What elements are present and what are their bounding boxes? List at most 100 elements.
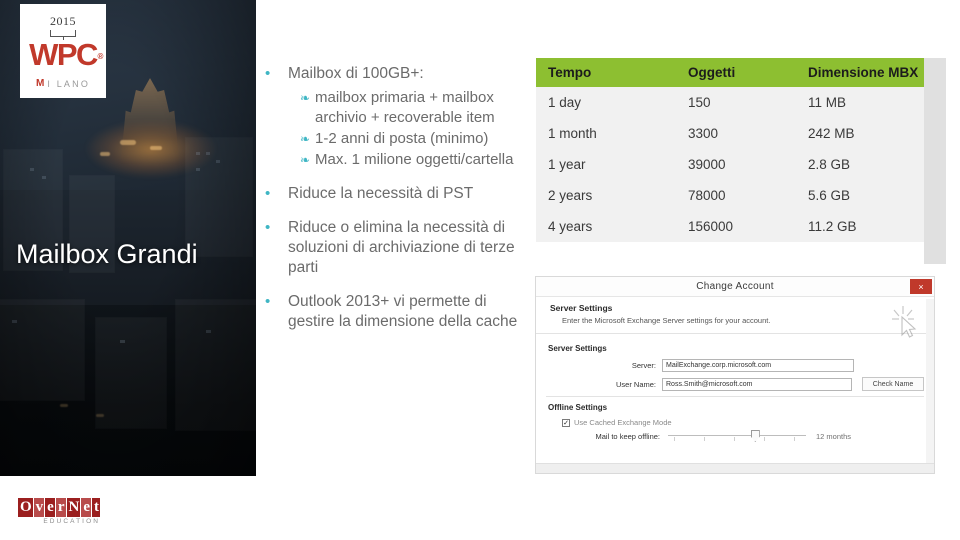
slider-tick (794, 437, 795, 441)
server-field-label: Server: (631, 361, 656, 370)
bullet-marker-icon: • (265, 65, 271, 82)
outlook-change-account-dialog-screenshot: Change Account × Server Settings Enter t… (536, 277, 934, 473)
bullet-marker-icon: • (265, 185, 271, 202)
overnet-logo-subtitle: EDUCATION (43, 518, 101, 525)
bullet-item: • Outlook 2013+ vi permette di gestire l… (262, 292, 520, 332)
table-scrollbar[interactable] (924, 58, 946, 264)
sub-bullet-list: ❧ mailbox primaria + mailbox archivio + … (300, 88, 520, 170)
dialog-right-scrollbar[interactable] (926, 299, 934, 463)
table-header-row: Tempo Oggetti Dimensione MBX (536, 58, 924, 87)
overnet-letter: N (66, 498, 81, 517)
table-cell-tempo: 1 day (536, 87, 676, 118)
slide-canvas: 2015 WPC ® M I LANO Mailbox Grandi O v e … (0, 0, 960, 540)
dialog-header-title: Server Settings (550, 303, 613, 313)
page-title: Mailbox Grandi (16, 239, 198, 269)
sub-bullet-text: Max. 1 milione oggetti/cartella (315, 151, 514, 168)
mail-to-keep-offline-row: Mail to keep offline: 12 months (576, 430, 924, 442)
server-field-row: Server: MailExchange.corp.microsoft.com (546, 359, 924, 372)
dialog-title: Change Account (696, 281, 774, 292)
mailbox-size-table: Tempo Oggetti Dimensione MBX 1 day 150 1… (536, 58, 924, 242)
server-settings-group-label: Server Settings (548, 344, 607, 353)
dialog-titlebar: Change Account × (536, 277, 934, 297)
overnet-letter: r (55, 498, 66, 517)
wpc-logo-city-text: I LANO (47, 78, 91, 89)
overnet-logo-wordmark: O v e r N e t (18, 498, 101, 517)
bullet-marker-icon: • (265, 293, 271, 310)
wpc-logo-trademark: ® (97, 52, 104, 61)
table-cell-dimensione: 5.6 GB (796, 180, 924, 211)
bullet-item: • Riduce la necessità di PST (262, 184, 520, 204)
sub-bullet-text: 1-2 anni di posta (minimo) (315, 130, 489, 147)
sub-bullet-marker-icon: ❧ (300, 153, 311, 167)
overnet-letter: e (81, 498, 92, 517)
bullet-text: Riduce o elimina la necessità di soluzio… (288, 219, 515, 276)
wpc-logo-city-mark: M (35, 78, 45, 89)
bullet-content: • Mailbox di 100GB+: ❧ mailbox primaria … (262, 64, 520, 336)
overnet-letter: e (45, 498, 55, 517)
table-cell-tempo: 1 month (536, 118, 676, 149)
table-cell-tempo: 1 year (536, 149, 676, 180)
mouse-cursor-click-icon (892, 306, 917, 338)
slider-handle[interactable] (750, 430, 760, 442)
dialog-header: Server Settings Enter the Microsoft Exch… (536, 297, 934, 334)
bullet-text: Riduce la necessità di PST (288, 185, 474, 202)
table-cell-tempo: 2 years (536, 180, 676, 211)
wpc-logo-city: M I LANO (36, 78, 90, 89)
wpc-logo-brace (50, 30, 76, 40)
table-row: 1 year 39000 2.8 GB (536, 149, 924, 180)
username-field-label: User Name: (615, 379, 656, 389)
mail-to-keep-offline-slider[interactable] (668, 430, 806, 442)
check-name-button[interactable]: Check Name (862, 377, 924, 391)
table-cell-oggetti: 78000 (676, 180, 796, 211)
server-input[interactable]: MailExchange.corp.microsoft.com (662, 359, 854, 372)
slider-tick (764, 437, 765, 441)
sub-bullet-text: mailbox primaria + mailbox archivio + re… (315, 89, 495, 126)
sub-bullet-item: ❧ mailbox primaria + mailbox archivio + … (300, 88, 520, 128)
table-header-cell-dimensione: Dimensione MBX (796, 58, 924, 87)
table-header-cell-tempo: Tempo (536, 58, 676, 87)
wpc-logo: 2015 WPC ® M I LANO (20, 4, 106, 98)
table-cell-dimensione: 11 MB (796, 87, 924, 118)
wpc-logo-text: WPC (29, 37, 98, 72)
overnet-letter: O (18, 498, 33, 517)
slider-value-label: 12 months (816, 431, 852, 441)
slider-tick (674, 437, 675, 441)
sub-bullet-marker-icon: ❧ (300, 132, 311, 146)
checkbox-icon[interactable]: ✓ (562, 418, 570, 427)
table-header-cell-oggetti: Oggetti (676, 58, 796, 87)
overnet-letter: t (92, 498, 101, 517)
bullet-text: Mailbox di 100GB+: (288, 65, 424, 82)
bullet-item: • Riduce o elimina la necessità di soluz… (262, 218, 520, 278)
table-row: 1 month 3300 242 MB (536, 118, 924, 149)
dialog-header-subtitle: Enter the Microsoft Exchange Server sett… (562, 316, 771, 325)
dialog-body: Server Settings Server: MailExchange.cor… (536, 334, 934, 442)
offline-settings-group-label: Offline Settings (548, 403, 608, 412)
sub-bullet-item: ❧ 1-2 anni di posta (minimo) (300, 129, 520, 149)
slider-tick (734, 437, 735, 441)
username-input[interactable]: Ross.Smith@microsoft.com (662, 377, 852, 391)
table-cell-oggetti: 39000 (676, 149, 796, 180)
dialog-divider (546, 396, 924, 397)
table-cell-dimensione: 242 MB (796, 118, 924, 149)
mail-to-keep-offline-label: Mail to keep offline: (595, 431, 660, 441)
sub-bullet-item: ❧ Max. 1 milione oggetti/cartella (300, 150, 520, 170)
table-row: 2 years 78000 5.6 GB (536, 180, 924, 211)
bullet-item: • Mailbox di 100GB+: (262, 64, 520, 84)
cached-exchange-mode-label: Use Cached Exchange Mode (574, 418, 672, 427)
table-cell-dimensione: 2.8 GB (796, 149, 924, 180)
table-row: 4 years 156000 11.2 GB (536, 211, 924, 242)
slider-tick (704, 437, 705, 441)
sub-bullet-marker-icon: ❧ (300, 91, 311, 105)
cached-exchange-mode-row[interactable]: ✓ Use Cached Exchange Mode (562, 418, 924, 427)
table-cell-tempo: 4 years (536, 211, 676, 242)
table-cell-oggetti: 150 (676, 87, 796, 118)
overnet-letter: v (33, 498, 45, 517)
table-row: 1 day 150 11 MB (536, 87, 924, 118)
bullet-marker-icon: • (265, 219, 271, 236)
table-cell-oggetti: 156000 (676, 211, 796, 242)
slider-track-bar (668, 435, 806, 436)
table-cell-oggetti: 3300 (676, 118, 796, 149)
wpc-logo-year: 2015 (50, 14, 76, 28)
close-icon[interactable]: × (910, 279, 932, 294)
username-field-row: User Name: Ross.Smith@microsoft.com Chec… (546, 377, 924, 391)
